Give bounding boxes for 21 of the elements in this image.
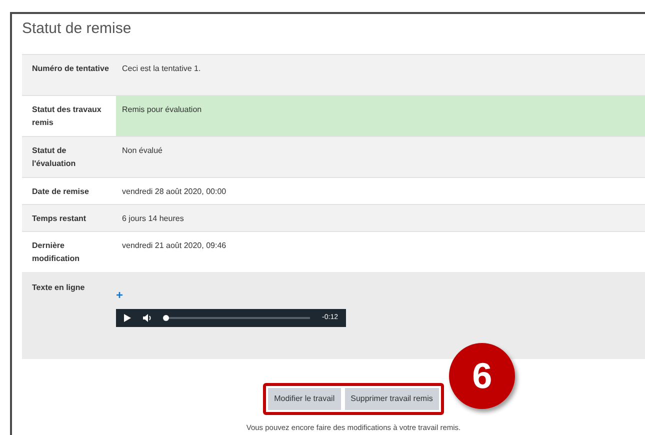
progress-thumb[interactable] — [163, 315, 169, 321]
expand-icon[interactable]: + — [116, 289, 126, 301]
row-label: Statut des travaux remis — [31, 104, 102, 129]
section-title: Statut de remise — [22, 19, 132, 39]
row-label: Texte en ligne — [31, 282, 86, 294]
row-label: Statut de l'évaluation — [31, 145, 77, 170]
row-value: vendredi 21 août 2020, 09:46 — [121, 240, 228, 252]
row-value: 6 jours 14 heures — [121, 213, 185, 225]
row-label: Temps restant — [31, 213, 88, 225]
step-badge: 6 — [449, 343, 516, 409]
row-value: Non évalué — [121, 145, 164, 157]
row-label: Date de remise — [31, 186, 90, 198]
volume-icon[interactable] — [143, 314, 152, 322]
row-value: Remis pour évaluation — [116, 96, 645, 136]
action-button[interactable]: Modifier le travail — [268, 388, 341, 410]
row-value: Ceci est la tentative 1. — [121, 63, 202, 75]
play-icon[interactable] — [124, 314, 131, 322]
row-label: Numéro de tentative — [31, 63, 110, 75]
row-value: vendredi 28 août 2020, 00:00 — [121, 186, 228, 198]
row-label: Dernière modification — [31, 240, 81, 265]
action-button[interactable]: Supprimer travail remis — [344, 388, 439, 410]
